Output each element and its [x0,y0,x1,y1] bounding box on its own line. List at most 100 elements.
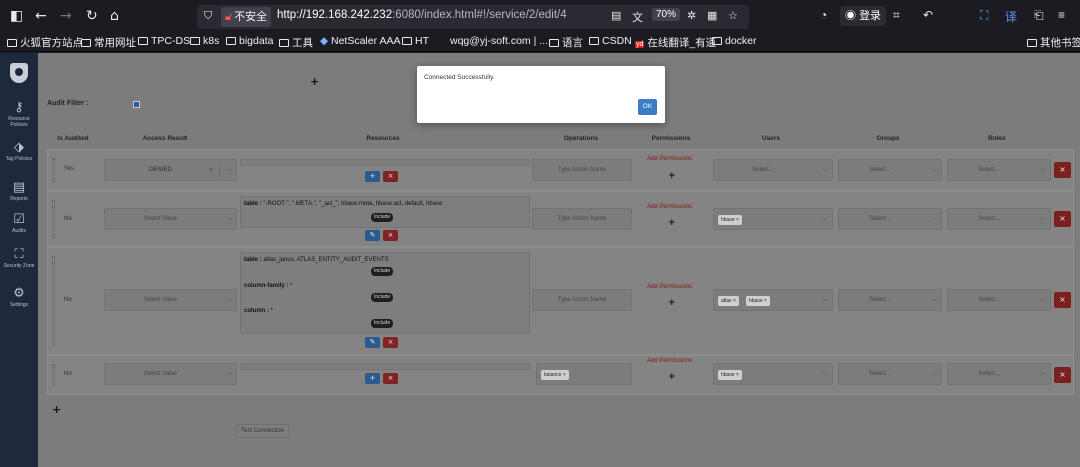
bookmark-item[interactable]: bigdata [226,35,273,47]
tag-remove-icon[interactable]: × [764,298,767,304]
test-connection-button[interactable]: Test Connection [236,424,290,438]
add-resource-button[interactable]: + [365,373,380,384]
add-row-button[interactable]: + [52,403,61,416]
add-condition-button[interactable]: + [310,75,319,88]
drag-handle[interactable] [52,256,55,346]
drag-handle[interactable] [52,200,55,238]
extensions-icon[interactable]: ⎗ [1034,8,1044,23]
menu-icon[interactable]: ≡ [1058,8,1065,22]
remove-resource-button[interactable]: × [383,373,398,384]
add-permissions-link[interactable]: Add Permissions [647,284,692,290]
bookmark-item[interactable]: CSDN [589,35,632,47]
operations-input[interactable]: Type Action Name [532,159,632,181]
chevron-down-icon[interactable]: ⌵ [823,165,828,174]
bookmark-item[interactable]: 语言 [549,35,583,50]
tag-remove-icon[interactable]: × [563,372,566,378]
bookmark-item[interactable]: 工具 [279,35,313,50]
delete-row-button[interactable]: × [1054,211,1071,227]
chevron-down-icon[interactable]: ⌵ [227,369,232,378]
sidebar-item-settings[interactable]: ⚙ Settings [0,287,38,309]
roles-select[interactable]: Select... ⌵ [947,289,1051,311]
chevron-down-icon[interactable]: ⌵ [227,165,232,174]
access-result-select[interactable]: Select Value ⌵ [104,208,237,230]
bookmark-item[interactable]: ◆ NetScaler AAA [320,35,400,47]
chevron-down-icon[interactable]: ⌵ [227,214,232,223]
bookmark-item[interactable]: TPC-DS [138,35,190,47]
delete-row-button[interactable]: × [1054,162,1071,178]
groups-select[interactable]: Select... ⌵ [838,159,942,181]
audit-filter-checkbox[interactable] [133,101,140,108]
roles-select[interactable]: Select... ⌵ [947,208,1051,230]
home-icon[interactable]: ⌂ [110,8,119,24]
bookmark-item[interactable]: wqg@yj-soft.com | ... [450,35,548,47]
tag-remove-icon[interactable]: × [736,372,739,378]
tag-remove-icon[interactable]: × [736,217,739,223]
insecure-badge[interactable]: 🔓︎ 不安全 [221,7,272,27]
roles-select[interactable]: Select... ⌵ [947,363,1051,385]
add-permission-button[interactable]: + [668,372,676,382]
translate-icon[interactable]: 文 [632,9,643,25]
edit-resource-button[interactable]: ✎ [365,230,380,241]
drag-handle[interactable] [52,158,55,182]
sidebar-item-tag-policies[interactable]: ⬗ Tag Policies [0,141,38,163]
back-icon[interactable]: ← [35,8,47,24]
add-permissions-link[interactable]: Add Permissions [647,358,692,364]
chevron-down-icon[interactable]: ⌵ [823,295,828,304]
reload-icon[interactable]: ↻ [86,8,98,24]
drag-handle[interactable] [52,364,55,386]
chevron-down-icon[interactable]: ⌵ [1041,214,1046,223]
roles-select[interactable]: Select... ⌵ [947,159,1051,181]
reader-view-icon[interactable]: ▤ [611,9,621,22]
bookmark-item[interactable]: 火狐官方站点 [7,35,83,50]
remove-resource-button[interactable]: × [383,337,398,348]
bookmark-item[interactable]: 常用网址 [81,35,136,50]
chevron-down-icon[interactable]: ⌵ [227,295,232,304]
groups-select[interactable]: Select... ⌵ [838,289,942,311]
sync-icon[interactable]: ◔ [820,8,827,22]
extension-icon[interactable]: ✲ [687,9,696,22]
add-permission-button[interactable]: + [668,171,676,181]
add-permissions-link[interactable]: Add Permissions [647,204,692,210]
access-result-select[interactable]: Select Value ⌵ [104,289,237,311]
delete-row-button[interactable]: × [1054,367,1071,383]
remove-resource-button[interactable]: × [383,171,398,182]
users-select[interactable]: Select... ⌵ [713,159,833,181]
users-select[interactable]: hbase × ⌵ [713,208,833,230]
add-resource-button[interactable]: + [365,171,380,182]
screenshot-icon[interactable]: ⛶ [980,8,988,23]
zoom-level[interactable]: 70% [652,8,681,21]
chevron-down-icon[interactable]: ⌵ [1041,165,1046,174]
chevron-down-icon[interactable]: ⌵ [932,165,937,174]
add-permission-button[interactable]: + [668,218,676,228]
chevron-down-icon[interactable]: ⌵ [1041,295,1046,304]
sidebar-item-reports[interactable]: ▤ Reports [0,181,38,203]
resource-box[interactable] [240,159,530,166]
chevron-down-icon[interactable]: ⌵ [823,369,828,378]
url-bar[interactable]: ⛉ 🔓︎ 不安全 http://192.168.242.232:6080/inde… [197,5,749,29]
chevron-down-icon[interactable]: ⌵ [932,214,937,223]
add-permission-button[interactable]: + [668,298,676,308]
chevron-down-icon[interactable]: ⌵ [823,214,828,223]
bookmark-item[interactable]: 其他书签 [1027,35,1080,50]
add-permissions-link[interactable]: Add Permissions [647,156,692,162]
undo-icon[interactable]: ↶ [923,8,933,22]
bookmark-item[interactable]: k8s [190,35,219,47]
resource-box[interactable] [240,363,530,370]
delete-row-button[interactable]: × [1054,292,1071,308]
sidebar-item-resource-policies[interactable]: ⚷ Resource Policies [0,101,38,129]
resource-box[interactable]: table : "-ROOT-", ".META.", "_acl_", hba… [240,196,530,228]
qr-code-icon[interactable]: ▦ [707,9,717,22]
groups-select[interactable]: Select... ⌵ [838,208,942,230]
crop-icon[interactable]: ⌗ [893,8,900,23]
operations-input[interactable]: Type Action Name [532,289,632,311]
ok-button[interactable]: OK [638,99,657,115]
users-select[interactable]: atlas × hbase × ⌵ [713,289,833,311]
access-result-select[interactable]: Select Value ⌵ [104,363,237,385]
shield-icon[interactable]: ⛉ [204,9,212,23]
remove-resource-button[interactable]: × [383,230,398,241]
access-result-select[interactable]: DENIED × ⌵ [104,159,237,181]
forward-icon[interactable]: → [60,8,72,24]
tag-remove-icon[interactable]: × [733,298,736,304]
chevron-down-icon[interactable]: ⌵ [932,369,937,378]
edit-resource-button[interactable]: ✎ [365,337,380,348]
